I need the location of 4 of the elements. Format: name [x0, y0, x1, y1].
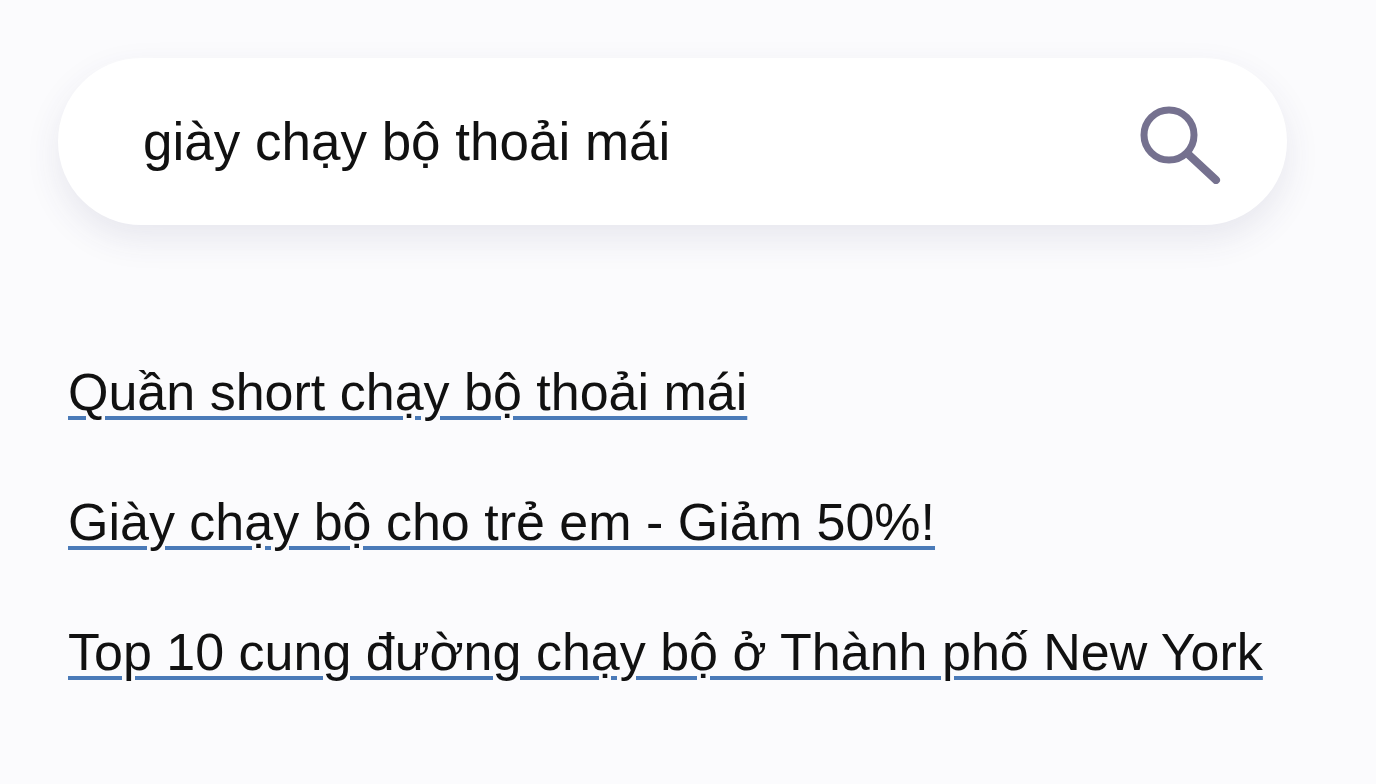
search-field[interactable]: giày chạy bộ thoải mái: [58, 58, 1287, 225]
result-link[interactable]: Quần short chạy bộ thoải mái: [68, 359, 748, 425]
result-link[interactable]: Giày chạy bộ cho trẻ em - Giảm 50%!: [68, 489, 935, 555]
result-link[interactable]: Top 10 cung đường chạy bộ ở Thành phố New York: [68, 619, 1263, 685]
